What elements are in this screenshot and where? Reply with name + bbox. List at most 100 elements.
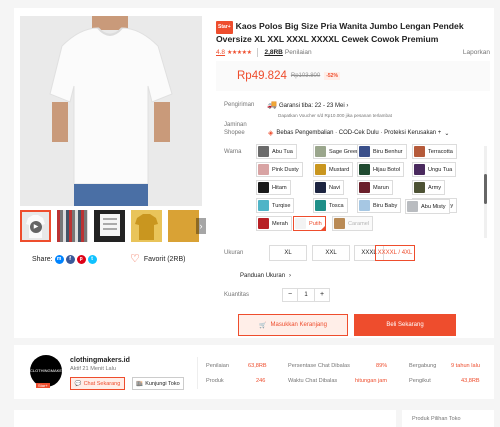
buy-now-button[interactable]: Beli Sekarang: [354, 314, 456, 336]
quantity-plus-button[interactable]: +: [315, 289, 329, 301]
color-option-hitam[interactable]: Hitam: [256, 180, 291, 195]
color-option-mustard[interactable]: Mustard: [313, 162, 354, 177]
shop-stat: Penilaian 63,8RB: [206, 363, 267, 369]
thumbnail-image[interactable]: [168, 210, 199, 242]
quantity-input[interactable]: 1: [297, 289, 315, 301]
chevron-right-icon[interactable]: ›: [196, 218, 206, 234]
color-option-label: Mustard: [329, 166, 350, 173]
color-option-label: Marun: [373, 184, 389, 191]
shop-stat-label: Produk: [206, 378, 224, 384]
color-option-abu-tua[interactable]: Abu Tua: [256, 144, 297, 159]
shop-picks-panel: Produk Pilihan Toko: [402, 410, 494, 427]
color-option-label: Navi: [329, 184, 341, 191]
messenger-icon[interactable]: m: [54, 255, 64, 264]
shopee-guarantee[interactable]: ◈ Bebas Pengembalian · COD-Cek Dulu · Pr…: [268, 129, 449, 137]
current-price: Rp49.824: [237, 70, 287, 82]
color-swatch-image: [414, 182, 425, 193]
shopee-guarantee-text: Bebas Pengembalian · COD-Cek Dulu · Prot…: [276, 130, 442, 136]
color-option-turqise[interactable]: Turqise: [256, 198, 295, 213]
add-to-cart-button[interactable]: 🛒 Masukkan Keranjang: [238, 314, 348, 336]
thumbnail-video[interactable]: ▶: [20, 210, 51, 242]
color-option-ungu-tua[interactable]: Ungu Tua: [412, 162, 457, 177]
size-guide-label: Panduan Ukuran: [240, 273, 286, 279]
size-label: Ukuran: [224, 250, 244, 256]
shop-stat-label: Persentase Chat Dibalas: [288, 363, 350, 369]
shop-stat-value: hitungan jam: [355, 378, 388, 384]
shop-stat-value: 43,8RB: [461, 378, 480, 384]
color-swatch-image: [359, 164, 370, 175]
color-option-label: Hitam: [272, 184, 287, 191]
shop-stat-value: 9 tahun lalu: [451, 363, 480, 369]
breadcrumb[interactable]: [14, 0, 494, 6]
truck-icon: 🚚: [267, 100, 277, 109]
color-swatch-image: [414, 146, 425, 157]
chat-button[interactable]: 💬 Chat Sekarang: [70, 377, 125, 390]
chevron-down-icon: ⌄: [444, 130, 450, 137]
size-option-4xl[interactable]: XXXXL / 4XL: [375, 245, 415, 261]
share-label: Share:: [32, 256, 53, 263]
facebook-icon[interactable]: f: [65, 255, 75, 264]
report-link[interactable]: Laporkan: [463, 49, 490, 56]
thumbnail-image[interactable]: [94, 210, 125, 242]
favorite-button[interactable]: ♡ Favorit (2RB): [130, 254, 186, 265]
twitter-icon[interactable]: t: [87, 255, 97, 264]
size-option-xl[interactable]: XL: [269, 245, 307, 261]
color-option-putih[interactable]: Putih: [293, 216, 326, 231]
color-swatch-image: [334, 218, 345, 229]
size-guide-link[interactable]: Panduan Ukuran ›: [240, 273, 291, 279]
shop-stat-value: 246: [256, 378, 266, 384]
chevron-right-icon: ›: [289, 273, 292, 279]
color-swatch-image: [258, 164, 269, 175]
shop-name: clothingmakers.id: [70, 357, 130, 364]
original-price: Rp103.800: [290, 73, 321, 79]
rating-count[interactable]: 2,8RB: [264, 49, 282, 56]
color-option-caramel[interactable]: Caramel: [332, 216, 374, 231]
color-swatch-image: [295, 218, 306, 229]
play-icon: ▶: [30, 221, 42, 233]
chevron-right-icon[interactable]: ›: [346, 103, 348, 109]
pinterest-icon[interactable]: p: [76, 255, 86, 264]
color-option-label: Terracotta: [428, 148, 453, 155]
shop-stat-label: Bergabung: [409, 363, 437, 369]
shipping-label: Pengiriman: [224, 102, 255, 108]
shop-stat: Waktu Chat Dibalas hitungan jam: [288, 378, 387, 384]
color-option-label: Caramel: [348, 220, 370, 227]
color-swatch-image: [258, 200, 269, 211]
color-option-merah[interactable]: Merah: [256, 216, 292, 231]
color-option-navi[interactable]: Navi: [313, 180, 345, 195]
shipping-guarantee: Garansi tiba: 22 - 23 Mei: [278, 103, 345, 109]
scrollbar-thumb[interactable]: [484, 174, 487, 204]
color-swatch-image: [359, 200, 370, 211]
color-option-label: Hijau Botol: [373, 166, 401, 173]
color-scrollbar[interactable]: [484, 146, 487, 238]
shop-stat: Produk 246: [206, 378, 265, 384]
color-option-army[interactable]: Army: [412, 180, 446, 195]
thumbnail-image[interactable]: [57, 210, 88, 242]
star-plus-badge: Star+: [36, 383, 50, 388]
chat-icon: 💬: [74, 380, 82, 387]
color-option-sage-green[interactable]: Sage Green: [313, 144, 364, 159]
size-option-xxl[interactable]: XXL: [312, 245, 350, 261]
discount-badge: -52%: [324, 72, 340, 80]
color-option-biru-benhur[interactable]: Biru Benhur: [357, 144, 407, 159]
quantity-stepper: − 1 +: [282, 288, 330, 302]
thumbnail-image[interactable]: [131, 210, 162, 242]
price-box: Rp49.824 Rp103.800 -52%: [216, 61, 490, 91]
product-main-image[interactable]: [20, 16, 202, 206]
color-option-biru-baby[interactable]: Biru Baby: [357, 198, 402, 213]
rating-label: Penilaian: [284, 49, 312, 56]
color-option-abu-misty[interactable]: Abu Misty: [405, 199, 450, 214]
color-option-marun[interactable]: Marun: [357, 180, 393, 195]
shop-stat: Bergabung 9 tahun lalu: [409, 363, 480, 369]
color-option-label: Putih: [309, 220, 322, 227]
shop-icon: 🏬: [136, 380, 144, 387]
shipping-voucher-note: Dapatkan Voucher s/d Rp10.000 jika pesan…: [278, 113, 392, 118]
favorite-label: Favorit (2RB): [143, 256, 186, 263]
quantity-minus-button[interactable]: −: [283, 289, 297, 301]
color-option-tosca[interactable]: Tosca: [313, 198, 348, 213]
color-option-terracotta[interactable]: Terracotta: [412, 144, 457, 159]
color-option-pink-dusty[interactable]: Pink Dusty: [256, 162, 303, 177]
visit-shop-button[interactable]: 🏬 Kunjungi Toko: [132, 377, 184, 390]
rating-value[interactable]: 4.8: [216, 49, 225, 56]
color-option-hijau-botol[interactable]: Hijau Botol: [357, 162, 405, 177]
